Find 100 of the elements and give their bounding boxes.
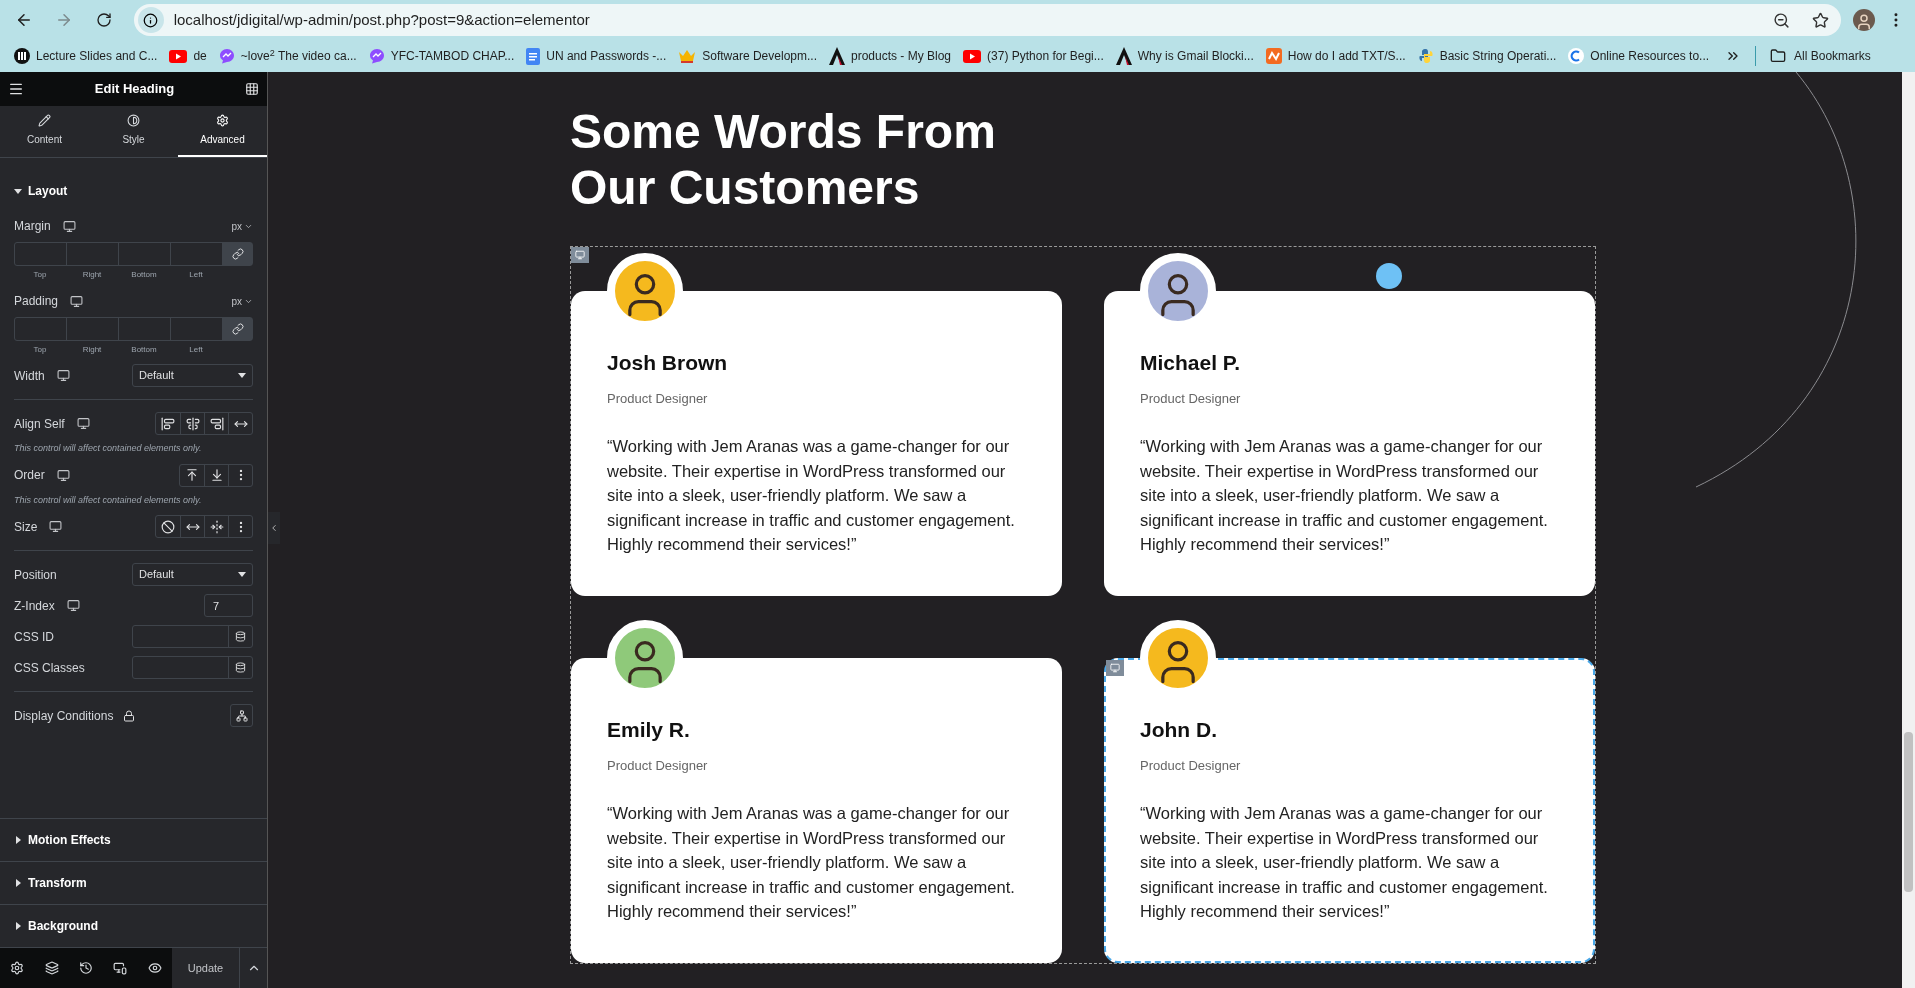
desktop-icon[interactable] xyxy=(56,369,70,382)
desktop-icon[interactable] xyxy=(70,294,84,308)
person-name: Josh Brown xyxy=(607,350,729,376)
bookmark-item[interactable]: (37) Python for Begi... xyxy=(957,47,1110,65)
dimension-label: Top xyxy=(33,344,47,356)
settings-icon xyxy=(216,114,229,127)
caret-down-icon xyxy=(238,373,246,378)
dimensions-field[interactable] xyxy=(14,242,253,266)
panel-tab[interactable]: Content xyxy=(0,106,89,157)
play-icon xyxy=(963,49,982,63)
folder-icon xyxy=(1770,48,1787,64)
testimonial-quote: “Working with Jem Aranas was a game-changer for our website. Their expertise in WordPress transformed our site into a sleek, user-friendly platform. We saw a significant increase in traffic and customer engagement. Highly recommend their services!” xyxy=(607,803,1016,922)
bookmark-item[interactable]: UN and Passwords -... xyxy=(520,47,673,65)
hierarchy-icon xyxy=(235,709,248,722)
link-values-button[interactable] xyxy=(223,318,252,340)
striped-circle-icon xyxy=(14,48,30,64)
menu-icon[interactable] xyxy=(8,81,24,97)
document-icon xyxy=(526,47,541,65)
chat-bubble-icon xyxy=(368,48,385,64)
dimension-label: Bottom xyxy=(131,269,157,281)
bookmark-item[interactable]: ~love$^{2}$ The video ca... xyxy=(212,47,363,65)
dimension-label: Left xyxy=(189,269,203,281)
history-icon[interactable] xyxy=(78,961,93,975)
control-label: Z-Index xyxy=(14,597,55,615)
info-icon xyxy=(143,12,159,28)
scrollbar-thumb[interactable] xyxy=(1904,732,1913,892)
settings-icon[interactable] xyxy=(10,961,25,975)
control-label: Position xyxy=(14,566,57,584)
desktop-icon[interactable] xyxy=(49,520,63,533)
crown-icon xyxy=(678,48,697,64)
control-label: Display Conditions xyxy=(14,707,114,725)
panel-tab[interactable]: Style xyxy=(89,106,178,157)
address-bar[interactable]: localhost/jdigital/wp-admin/post.php?post=9&action=elementor xyxy=(133,4,1842,36)
desktop-icon[interactable] xyxy=(62,219,76,233)
bookmark-item[interactable]: products - My Blog xyxy=(823,47,958,65)
bookmark-item[interactable]: Online Resources to... xyxy=(1562,47,1716,65)
section-header[interactable]: Transform xyxy=(0,861,267,904)
chevron-left-icon xyxy=(269,523,279,533)
link-icon xyxy=(231,248,244,260)
bookmark-item[interactable]: Lecture Slides and C... xyxy=(8,47,164,65)
desktop-icon[interactable] xyxy=(76,417,90,430)
help-text: This control will affect contained elements only. xyxy=(14,442,203,455)
person-name: Emily R. xyxy=(607,717,691,743)
bookmark-star-icon[interactable] xyxy=(1812,11,1830,29)
bookmark-item[interactable]: Why is Gmail Blocki... xyxy=(1109,47,1260,65)
control-label: CSS ID xyxy=(14,628,54,646)
align-start-icon xyxy=(161,416,175,431)
control-label: CSS Classes xyxy=(14,659,85,677)
desktop-icon[interactable] xyxy=(56,468,70,482)
unit-selector[interactable]: px xyxy=(231,218,253,234)
responsive-icon[interactable] xyxy=(113,961,128,975)
reload-icon xyxy=(95,12,112,28)
bookmark-item[interactable]: YFC-TAMBOD CHAP... xyxy=(362,47,521,65)
arrow-up-to-line-icon xyxy=(185,468,199,482)
section-header[interactable]: Layout xyxy=(14,182,68,200)
preview-icon[interactable] xyxy=(147,961,162,975)
text-input[interactable] xyxy=(132,656,253,679)
bookmark-item[interactable]: How do I add TXT/S... xyxy=(1259,47,1412,65)
desktop-icon xyxy=(575,250,585,260)
select-field[interactable]: Default xyxy=(132,364,253,387)
dimension-label: Top xyxy=(33,269,47,281)
triangle-logo-icon xyxy=(1115,47,1132,65)
person-role: Product Designer xyxy=(1140,389,1242,408)
database-icon[interactable] xyxy=(235,631,246,642)
link-icon xyxy=(231,323,244,335)
number-input[interactable]: 7 xyxy=(204,594,253,617)
grid-icon[interactable] xyxy=(245,82,259,96)
dimension-label: Left xyxy=(189,344,203,356)
section-header[interactable]: Motion Effects xyxy=(0,818,267,861)
bookmark-item[interactable]: Basic String Operati... xyxy=(1411,47,1563,65)
database-icon[interactable] xyxy=(235,662,246,673)
arrow-down-to-line-icon xyxy=(209,468,224,482)
bookmark-item[interactable]: de xyxy=(163,47,213,65)
section-heading: Some Words From Our Customers xyxy=(570,104,997,216)
bookmark-item[interactable]: Software Developm... xyxy=(672,47,823,65)
unit-selector[interactable]: px xyxy=(231,293,253,309)
layers-icon[interactable] xyxy=(44,961,59,975)
edit-handle[interactable] xyxy=(1106,660,1124,676)
site-info-button[interactable] xyxy=(137,7,164,33)
pencil-icon xyxy=(38,114,51,127)
zoom-out-icon[interactable] xyxy=(1773,11,1791,29)
person-name: Michael P. xyxy=(1140,350,1241,376)
control-label: Margin xyxy=(14,218,51,235)
select-field[interactable]: Default xyxy=(132,563,253,586)
section-header[interactable]: Background xyxy=(0,904,267,947)
control-label: Size xyxy=(14,518,38,536)
conditions-button[interactable] xyxy=(230,704,253,727)
person-name: John D. xyxy=(1140,717,1218,743)
link-values-button[interactable] xyxy=(223,243,252,265)
ban-icon xyxy=(161,519,175,534)
dimensions-field[interactable] xyxy=(14,317,253,341)
dimension-label: Right xyxy=(82,344,102,356)
person-role: Product Designer xyxy=(607,756,709,775)
dimension-label: Right xyxy=(82,269,102,281)
play-icon xyxy=(169,49,188,63)
text-input[interactable] xyxy=(132,625,253,648)
desktop-icon[interactable] xyxy=(66,599,80,612)
edit-handle[interactable] xyxy=(571,247,589,263)
all-bookmarks-button[interactable]: All Bookmarks xyxy=(1770,47,1871,65)
profile-avatar[interactable] xyxy=(1853,9,1876,31)
